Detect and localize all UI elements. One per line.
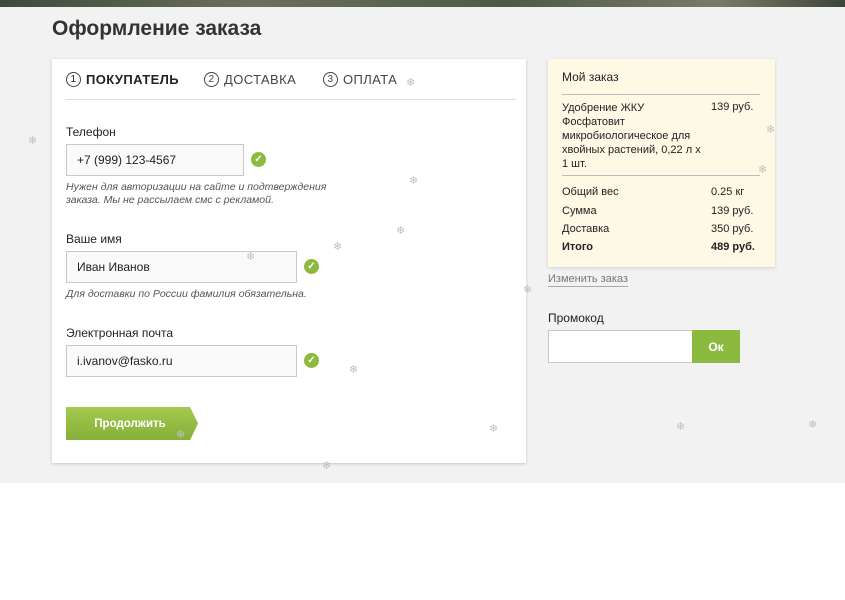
snowflake-icon: ❄ — [349, 364, 359, 376]
snowflake-icon: ❄ — [333, 241, 343, 253]
promo-input[interactable] — [548, 330, 693, 363]
snowflake-icon: ❄ — [176, 429, 186, 441]
product-name: Удобрение ЖКУ Фосфатовит микробиологичес… — [562, 102, 701, 170]
step-payment[interactable]: 3 ОПЛАТА — [323, 69, 397, 89]
name-hint: Для доставки по России фамилия обязатель… — [66, 288, 307, 300]
snowflake-icon: ❄ — [808, 419, 818, 431]
snowflake-icon: ❄ — [322, 460, 332, 472]
divider — [562, 94, 760, 95]
step-label: ДОСТАВКА — [224, 71, 297, 87]
name-label: Ваше имя — [66, 232, 122, 246]
subtotal-label: Сумма — [562, 205, 597, 217]
email-label: Электронная почта — [66, 326, 174, 340]
delivery-label: Доставка — [562, 223, 610, 235]
snowflake-icon: ❄ — [396, 225, 406, 237]
snowflake-icon: ❄ — [676, 421, 686, 433]
check-circle-icon: ✓ — [304, 353, 319, 368]
weight-label: Общий вес — [562, 186, 619, 198]
step-label: ОПЛАТА — [343, 71, 398, 87]
promo-apply-button[interactable]: Ок — [692, 330, 740, 363]
step-number: 2 — [204, 71, 219, 87]
subtotal-value: 139 руб. — [711, 205, 754, 217]
delivery-value: 350 руб. — [711, 223, 754, 235]
order-summary-panel: Мой заказ Удобрение ЖКУ Фосфатовит микро… — [548, 59, 775, 267]
checkout-steps: 1 ПОКУПАТЕЛЬ 2 ДОСТАВКА 3 ОПЛАТА — [66, 69, 516, 100]
total-label: Итого — [562, 241, 594, 253]
order-title: Мой заказ — [562, 70, 619, 84]
snowflake-icon: ❄ — [409, 175, 419, 187]
snowflake-icon: ❄ — [523, 284, 533, 296]
total-value: 489 руб. — [711, 241, 755, 253]
step-buyer[interactable]: 1 ПОКУПАТЕЛЬ — [66, 69, 179, 89]
step-number: 1 — [66, 71, 81, 87]
phone-input[interactable] — [66, 144, 244, 176]
page-title: Оформление заказа — [52, 17, 262, 40]
promo-label: Промокод — [548, 311, 604, 325]
check-circle-icon: ✓ — [304, 259, 319, 274]
snowflake-icon: ❄ — [489, 423, 499, 435]
phone-hint: Нужен для авторизации на сайте и подтвер… — [66, 181, 327, 206]
checkout-form-card: 1 ПОКУПАТЕЛЬ 2 ДОСТАВКА 3 ОПЛАТА Телефон… — [52, 59, 526, 463]
header-photo-strip — [0, 0, 845, 7]
snowflake-icon: ❄ — [766, 124, 776, 136]
product-price: 139 руб. — [711, 101, 754, 113]
step-number: 3 — [323, 71, 338, 87]
email-input[interactable] — [66, 345, 297, 377]
edit-order-link[interactable]: Изменить заказ — [548, 272, 628, 287]
divider — [562, 175, 760, 176]
snowflake-icon: ❄ — [758, 164, 768, 176]
weight-value: 0.25 кг — [711, 186, 745, 198]
check-circle-icon: ✓ — [251, 152, 266, 167]
step-delivery[interactable]: 2 ДОСТАВКА — [204, 69, 296, 89]
phone-label: Телефон — [66, 125, 116, 139]
step-label: ПОКУПАТЕЛЬ — [86, 71, 179, 87]
snowflake-icon: ❄ — [246, 251, 256, 263]
snowflake-icon: ❄ — [28, 135, 38, 147]
snowflake-icon: ❄ — [406, 77, 416, 89]
name-input[interactable] — [66, 251, 297, 283]
